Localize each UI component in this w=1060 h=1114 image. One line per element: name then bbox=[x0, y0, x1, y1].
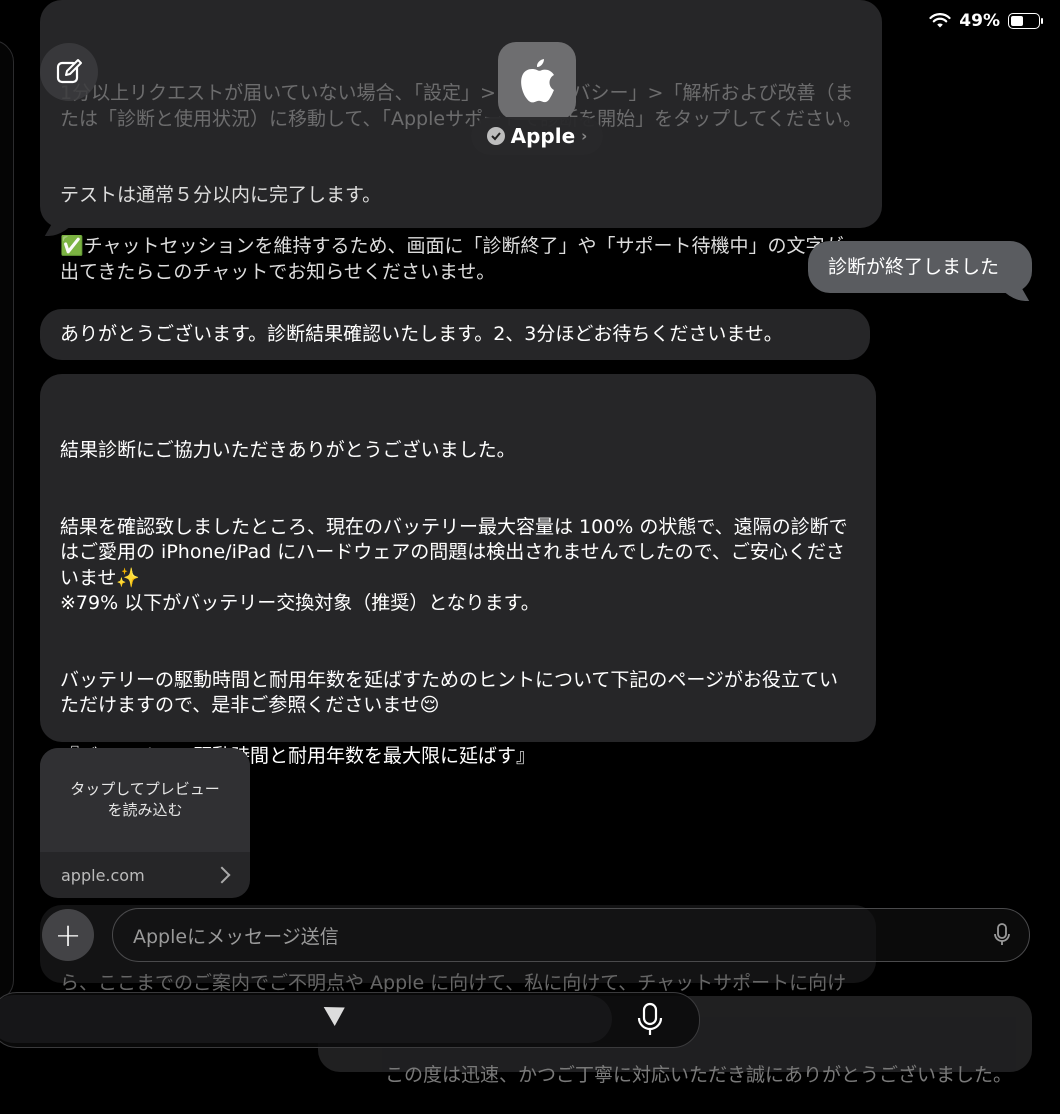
message-bubble-received: 1分以上リクエストが届いていない場合、「設定」>「プライバシー」>「解析および改… bbox=[40, 0, 882, 283]
message-bubble-received: 結果診断にご協力いただきありがとうございました。 結果を確認致しましたところ、現… bbox=[40, 374, 876, 767]
battery-icon bbox=[1008, 13, 1043, 29]
microphone-icon[interactable] bbox=[636, 1002, 664, 1038]
chevron-right-icon: › bbox=[581, 127, 588, 145]
message-bubble-received: ありがとうございます。診断結果確認いたします。2、3分ほどお待ちくださいませ。 bbox=[40, 309, 870, 360]
link-preview-footer: apple.com bbox=[40, 852, 250, 898]
add-attachment-button[interactable]: + bbox=[42, 909, 94, 961]
message-faded-text: 1分以上リクエストが届いていない場合、「設定」>「プライバシー」>「解析および改… bbox=[60, 82, 862, 130]
apple-logo-icon bbox=[521, 59, 554, 103]
message-text: 結果診断にご協力いただきありがとうございました。 結果を確認致しましたところ、現… bbox=[60, 439, 848, 767]
contact-name-button[interactable]: Apple › bbox=[471, 117, 603, 155]
link-preview-placeholder: タップしてプレビュー を読み込む bbox=[40, 748, 250, 852]
compose-button[interactable] bbox=[40, 43, 98, 101]
link-preview-card[interactable]: タップしてプレビュー を読み込む apple.com bbox=[40, 748, 250, 898]
compose-icon bbox=[56, 59, 82, 84]
contact-name: Apple bbox=[510, 124, 576, 148]
microphone-icon[interactable] bbox=[993, 923, 1011, 947]
message-text: テストは通常５分以内に完了します。 ✅チャットセッションを維持するため、画面に「… bbox=[60, 184, 844, 283]
message-text: ありがとうございます。診断結果確認いたします。2、3分ほどお待ちくださいませ。 bbox=[60, 323, 783, 345]
link-domain: apple.com bbox=[61, 865, 145, 885]
contact-avatar[interactable] bbox=[498, 42, 576, 120]
message-input-placeholder: Appleにメッセージ送信 bbox=[133, 925, 339, 948]
sidebar-edge bbox=[0, 40, 14, 1002]
message-bubble-sent: 診断が終了しました bbox=[808, 241, 1032, 293]
dictation-text-area[interactable] bbox=[0, 995, 612, 1043]
verified-badge-icon bbox=[486, 127, 505, 145]
message-text: 診断が終了しました bbox=[828, 256, 1000, 278]
message-input[interactable]: Appleにメッセージ送信 bbox=[112, 908, 1030, 962]
message-text: この度は迅速、かつご丁寧に対応いただき誠にありがとうございました。 bbox=[384, 1064, 1012, 1086]
chevron-right-icon bbox=[213, 866, 231, 884]
battery-percent: 49% bbox=[959, 11, 1000, 31]
wifi-icon bbox=[929, 13, 951, 28]
status-bar: 49% bbox=[929, 8, 1043, 34]
plus-icon: + bbox=[54, 916, 82, 954]
